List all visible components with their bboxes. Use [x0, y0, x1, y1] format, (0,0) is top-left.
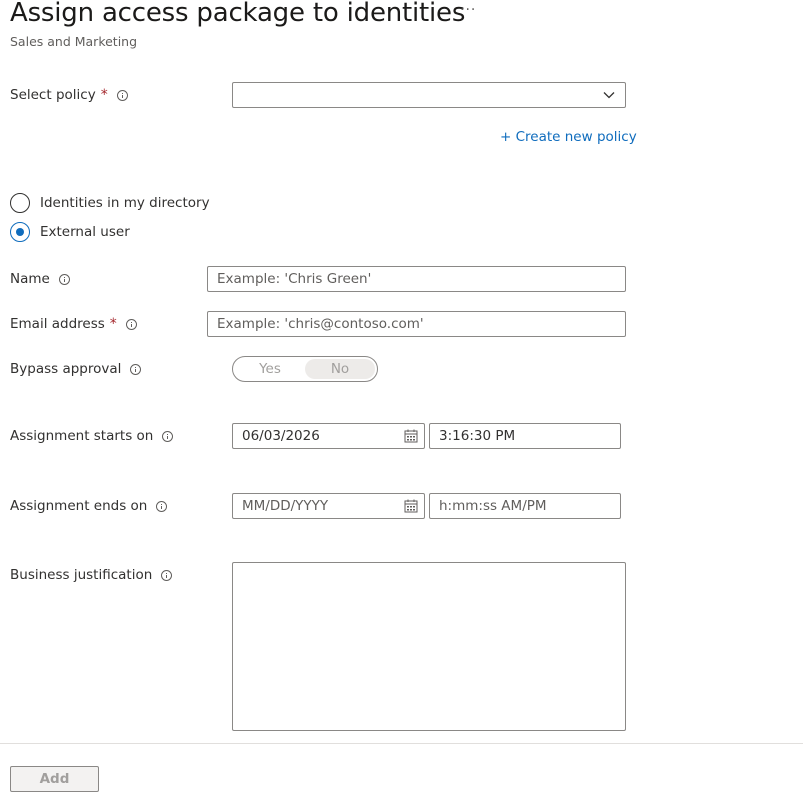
select-policy-label-text: Select policy — [10, 87, 96, 103]
start-time-value: 3:16:30 PM — [439, 428, 516, 444]
chevron-down-icon — [603, 92, 615, 99]
calendar-icon[interactable] — [404, 429, 418, 443]
select-policy-label: Select policy * — [10, 87, 128, 103]
assignment-starts-label-text: Assignment starts on — [10, 428, 154, 444]
create-new-policy-link[interactable]: + Create new policy — [500, 129, 637, 145]
info-icon[interactable] — [116, 89, 128, 101]
email-label: Email address * — [10, 316, 137, 332]
footer-divider — [0, 743, 803, 744]
bypass-approval-label-text: Bypass approval — [10, 361, 122, 377]
info-icon[interactable] — [161, 569, 173, 581]
assignment-starts-label: Assignment starts on — [10, 428, 174, 444]
business-justification-label-text: Business justification — [10, 567, 153, 583]
end-date-placeholder: MM/DD/YYYY — [242, 498, 329, 514]
end-time-placeholder: h:mm:ss AM/PM — [439, 498, 547, 514]
add-button[interactable]: Add — [10, 766, 99, 792]
page-title: Assign access package to identities — [10, 0, 466, 28]
business-justification-textarea[interactable] — [232, 562, 626, 731]
assignment-ends-label-text: Assignment ends on — [10, 498, 148, 514]
bypass-approval-label: Bypass approval — [10, 361, 142, 377]
start-date-input[interactable]: 06/03/2026 — [232, 423, 425, 449]
select-policy-dropdown[interactable] — [232, 82, 626, 108]
toggle-no[interactable]: No — [305, 359, 375, 379]
info-icon[interactable] — [58, 273, 70, 285]
name-label-text: Name — [10, 271, 50, 287]
info-icon[interactable] — [156, 500, 168, 512]
info-icon[interactable] — [130, 363, 142, 375]
more-options-icon[interactable]: ··· — [460, 2, 476, 18]
radio-label: External user — [40, 224, 130, 240]
info-icon[interactable] — [125, 318, 137, 330]
name-label: Name — [10, 271, 70, 287]
email-placeholder: Example: 'chris@contoso.com' — [217, 316, 424, 332]
radio-identities-in-directory[interactable]: Identities in my directory — [10, 193, 210, 213]
name-input[interactable]: Example: 'Chris Green' — [207, 266, 626, 292]
end-date-input[interactable]: MM/DD/YYYY — [232, 493, 425, 519]
assignment-ends-label: Assignment ends on — [10, 498, 168, 514]
bypass-approval-toggle[interactable]: Yes No — [232, 356, 378, 382]
calendar-icon[interactable] — [404, 499, 418, 513]
radio-label: Identities in my directory — [40, 195, 210, 211]
email-input[interactable]: Example: 'chris@contoso.com' — [207, 311, 626, 337]
required-marker: * — [109, 316, 117, 332]
email-label-text: Email address — [10, 316, 105, 332]
radio-circle-checked[interactable] — [10, 222, 30, 242]
radio-circle-unchecked[interactable] — [10, 193, 30, 213]
business-justification-label: Business justification — [10, 567, 173, 583]
start-time-input[interactable]: 3:16:30 PM — [429, 423, 621, 449]
end-time-input[interactable]: h:mm:ss AM/PM — [429, 493, 621, 519]
toggle-yes[interactable]: Yes — [235, 359, 305, 379]
radio-external-user[interactable]: External user — [10, 222, 130, 242]
name-placeholder: Example: 'Chris Green' — [217, 271, 372, 287]
page-subtitle: Sales and Marketing — [10, 34, 138, 49]
info-icon[interactable] — [162, 430, 174, 442]
required-marker: * — [100, 87, 108, 103]
start-date-value: 06/03/2026 — [242, 428, 320, 444]
